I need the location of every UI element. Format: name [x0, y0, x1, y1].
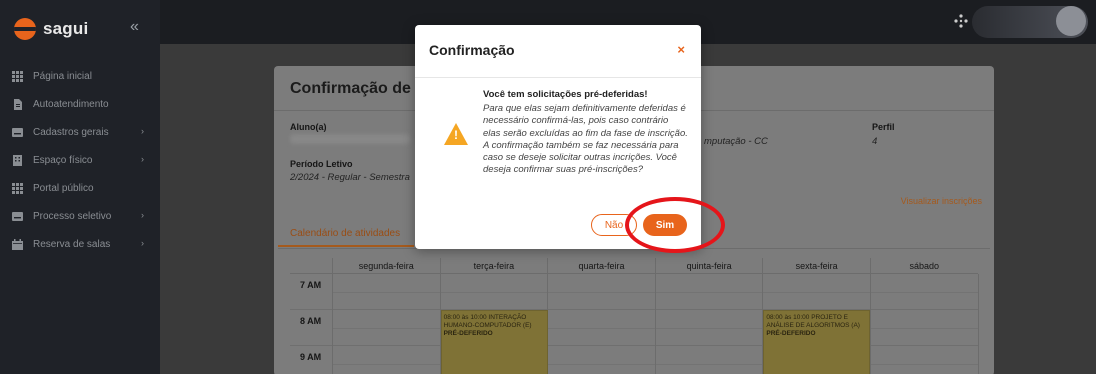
sidebar-item-reserva-de-salas[interactable]: Reserva de salas ›: [0, 230, 160, 258]
card-icon: [12, 211, 23, 222]
curso-value: mputação - CC: [704, 136, 768, 147]
perfil-label: Perfil: [872, 122, 895, 132]
building-icon: [12, 154, 23, 166]
day-header: sexta-feira: [762, 258, 870, 273]
event-status: PRÉ-DEFERIDO: [443, 330, 493, 337]
chevron-right-icon: ›: [141, 154, 144, 164]
event-status: PRÉ-DEFERIDO: [766, 330, 816, 337]
calendar-body: 7 AM 8 AM 9 AM 08:00 às 10:00 INTERAÇÃO HUM…: [290, 274, 979, 374]
sidebar-item-pagina-inicial[interactable]: Página inicial: [0, 62, 160, 90]
day-header: sábado: [869, 258, 978, 273]
calendar: segunda-feira terça-feira quarta-feira quin…: [290, 258, 979, 374]
dialog-divider: [415, 77, 701, 78]
day-header: quarta-feira: [547, 258, 655, 273]
sidebar-item-autoatendimento[interactable]: Autoatendimento: [0, 90, 160, 118]
periodo-label: Período Letivo: [290, 159, 353, 169]
chevron-right-icon: ›: [141, 238, 144, 248]
day-header: terça-feira: [439, 258, 548, 273]
dialog-heading: Você tem solicitações pré-deferidas!: [483, 89, 648, 100]
calendar-event[interactable]: 08:00 às 10:00 INTERAÇÃO HUMANO-COMPUTAD…: [440, 310, 548, 374]
sidebar-item-processo-seletivo[interactable]: Processo seletivo ›: [0, 202, 160, 230]
time-row: 7 AM: [290, 274, 978, 310]
collapse-sidebar-icon[interactable]: «: [130, 18, 139, 36]
column-line: [332, 274, 333, 374]
periodo-value: 2/2024 - Regular - Semestra: [290, 172, 410, 183]
network-icon[interactable]: [954, 14, 968, 31]
highlight-annotation: [625, 197, 725, 253]
sidebar-item-label: Processo seletivo: [33, 210, 112, 222]
aluno-value-redacted: [290, 134, 410, 144]
day-header: segunda-feira: [332, 258, 440, 273]
calendar-event[interactable]: 08:00 às 10:00 PROJETO E ANÁLISE DE ALGO…: [763, 310, 871, 374]
card-icon: [12, 127, 23, 138]
time-label: 7 AM: [300, 280, 322, 290]
sidebar-item-label: Reserva de salas: [33, 238, 111, 250]
sidebar-item-label: Portal público: [33, 182, 94, 194]
aluno-label: Aluno(a): [290, 122, 327, 132]
perfil-value: 4: [872, 136, 878, 147]
sagui-logo-icon: [14, 18, 36, 40]
chevron-right-icon: ›: [141, 126, 144, 136]
time-label: 8 AM: [300, 316, 322, 326]
chevron-right-icon: ›: [141, 210, 144, 220]
avatar[interactable]: [1056, 6, 1086, 36]
sidebar-item-portal-publico[interactable]: Portal público: [0, 174, 160, 202]
sidebar-item-label: Cadastros gerais: [33, 126, 109, 138]
brand-name: sagui: [43, 19, 89, 38]
sidebar-item-espaco-fisico[interactable]: Espaço físico ›: [0, 146, 160, 174]
time-column-header: [290, 258, 332, 273]
dialog-message: Para que elas sejam definitivamente defe…: [483, 103, 688, 176]
column-line: [977, 274, 979, 374]
sidebar-item-label: Autoatendimento: [33, 98, 109, 110]
close-icon[interactable]: ×: [677, 42, 685, 57]
sidebar: sagui « Página inicial Autoatendimento Cad…: [0, 0, 160, 374]
sidebar-nav: Página inicial Autoatendimento Cadastros g…: [0, 62, 160, 258]
tab-indicator: [278, 245, 414, 247]
document-icon: [12, 98, 23, 110]
event-time: 08:00 às 10:00: [443, 314, 487, 321]
sidebar-item-label: Espaço físico: [33, 154, 93, 166]
calendar-header: segunda-feira terça-feira quarta-feira quin…: [290, 258, 978, 274]
calendar-icon: [12, 238, 23, 250]
time-label: 9 AM: [300, 352, 322, 362]
day-header: quinta-feira: [654, 258, 763, 273]
time-row: 9 AM: [290, 346, 978, 374]
time-row: 8 AM: [290, 310, 978, 346]
visualizar-inscricoes-link[interactable]: Visualizar inscrições: [901, 196, 982, 206]
grid-icon: [12, 182, 23, 194]
sidebar-item-label: Página inicial: [33, 70, 92, 82]
dialog-title: Confirmação: [429, 42, 515, 58]
column-line: [654, 274, 656, 374]
warning-mark: !: [454, 128, 458, 142]
sidebar-item-cadastros-gerais[interactable]: Cadastros gerais ›: [0, 118, 160, 146]
grid-icon: [12, 70, 23, 82]
event-time: 08:00 às 10:00: [766, 314, 810, 321]
tab-calendario[interactable]: Calendário de atividades: [290, 228, 400, 239]
